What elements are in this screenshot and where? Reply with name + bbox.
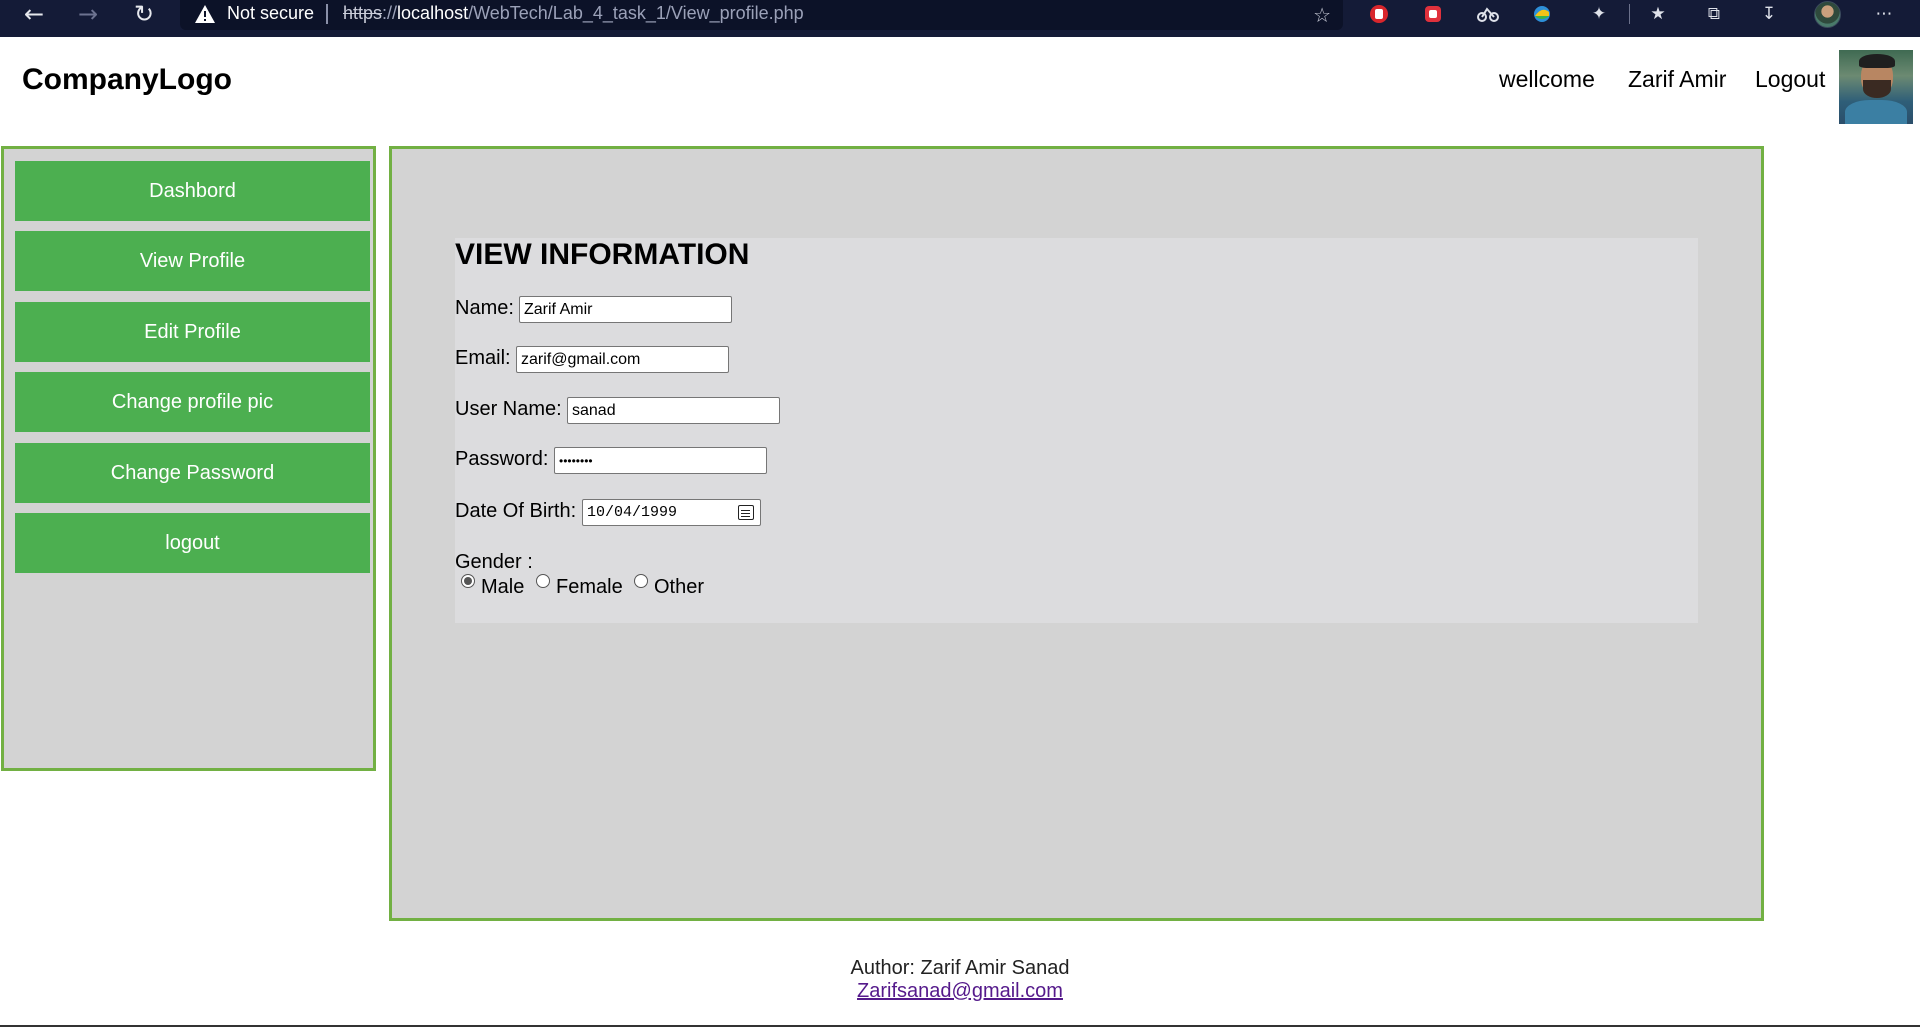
- profile-avatar: [1839, 50, 1913, 124]
- sidebar-item-view-profile[interactable]: View Profile: [15, 231, 370, 291]
- footer-author: Author: Zarif Amir Sanad: [850, 957, 1070, 979]
- toolbar-divider: [1629, 4, 1630, 24]
- gender-radio-female[interactable]: [536, 574, 550, 588]
- red-extension-icon[interactable]: [1421, 2, 1445, 26]
- refresh-icon[interactable]: ↻: [124, 0, 164, 28]
- forward-icon[interactable]: →: [68, 0, 108, 28]
- company-logo[interactable]: CompanyLogo: [22, 63, 232, 97]
- dob-label: Date Of Birth:: [455, 500, 577, 522]
- add-favorite-icon[interactable]: ☆: [1313, 3, 1331, 28]
- footer-email-container: Zarifsanad@gmail.com: [0, 980, 1920, 1003]
- welcome-text: wellcome: [1499, 66, 1595, 92]
- adblock-extension-icon[interactable]: [1367, 2, 1391, 26]
- downloads-icon[interactable]: ↧: [1757, 2, 1781, 26]
- name-field[interactable]: Zarif Amir: [519, 296, 732, 323]
- gender-option-male: Male: [481, 576, 525, 598]
- gender-option-other: Other: [654, 576, 705, 598]
- browser-toolbar: ← → ↻ Not secure https://localhost/WebTe…: [0, 0, 1920, 37]
- main-content: VIEW INFORMATION: [389, 146, 1764, 921]
- sidebar-item-dashboard[interactable]: Dashbord: [15, 161, 370, 221]
- sidebar-item-logout[interactable]: logout: [15, 513, 370, 573]
- sidebar-item-change-profile-pic[interactable]: Change profile pic: [15, 372, 370, 432]
- gender-option-female: Female: [556, 576, 623, 598]
- gender-label: Gender :: [455, 551, 533, 573]
- calendar-icon[interactable]: [738, 505, 754, 520]
- password-field[interactable]: ••••••••: [554, 447, 767, 474]
- collections-icon[interactable]: ⧉: [1702, 2, 1726, 26]
- sidebar-item-change-password[interactable]: Change Password: [15, 443, 370, 503]
- browser-profile-avatar[interactable]: [1814, 1, 1841, 28]
- address-bar[interactable]: Not secure https://localhost/WebTech/Lab…: [180, 0, 1343, 30]
- sidebar-item-edit-profile[interactable]: Edit Profile: [15, 302, 370, 362]
- username-field[interactable]: sanad: [567, 397, 780, 424]
- footer-email-link[interactable]: Zarifsanad@gmail.com: [857, 980, 1063, 1002]
- email-label: Email:: [455, 347, 511, 369]
- page-title: VIEW INFORMATION: [455, 238, 750, 271]
- user-name-link[interactable]: Zarif Amir: [1628, 66, 1726, 93]
- bike-extension-icon[interactable]: [1476, 2, 1500, 26]
- extensions-puzzle-icon[interactable]: ✦: [1587, 2, 1611, 26]
- warning-icon: [195, 5, 215, 23]
- password-label: Password:: [455, 448, 549, 470]
- url-text[interactable]: https://localhost/WebTech/Lab_4_task_1/V…: [343, 3, 804, 24]
- security-status[interactable]: Not secure: [227, 3, 314, 24]
- page-header: CompanyLogo wellcome Zarif Amir Logout: [0, 37, 1920, 147]
- favorites-icon[interactable]: ★: [1646, 2, 1670, 26]
- name-label: Name:: [455, 297, 514, 319]
- dob-field[interactable]: 10/04/1999: [582, 499, 761, 526]
- gender-radio-male[interactable]: [461, 574, 475, 588]
- more-menu-icon[interactable]: ⋯: [1872, 2, 1896, 26]
- color-extension-icon[interactable]: [1530, 2, 1554, 26]
- address-divider: [326, 4, 328, 24]
- back-icon[interactable]: ←: [14, 0, 54, 28]
- username-label: User Name:: [455, 398, 562, 420]
- email-field[interactable]: zarif@gmail.com: [516, 346, 729, 373]
- logout-link[interactable]: Logout: [1755, 66, 1825, 93]
- sidebar: Dashbord View Profile Edit Profile Chang…: [1, 146, 376, 771]
- gender-radio-other[interactable]: [634, 574, 648, 588]
- dob-value: 10/04/1999: [587, 504, 678, 521]
